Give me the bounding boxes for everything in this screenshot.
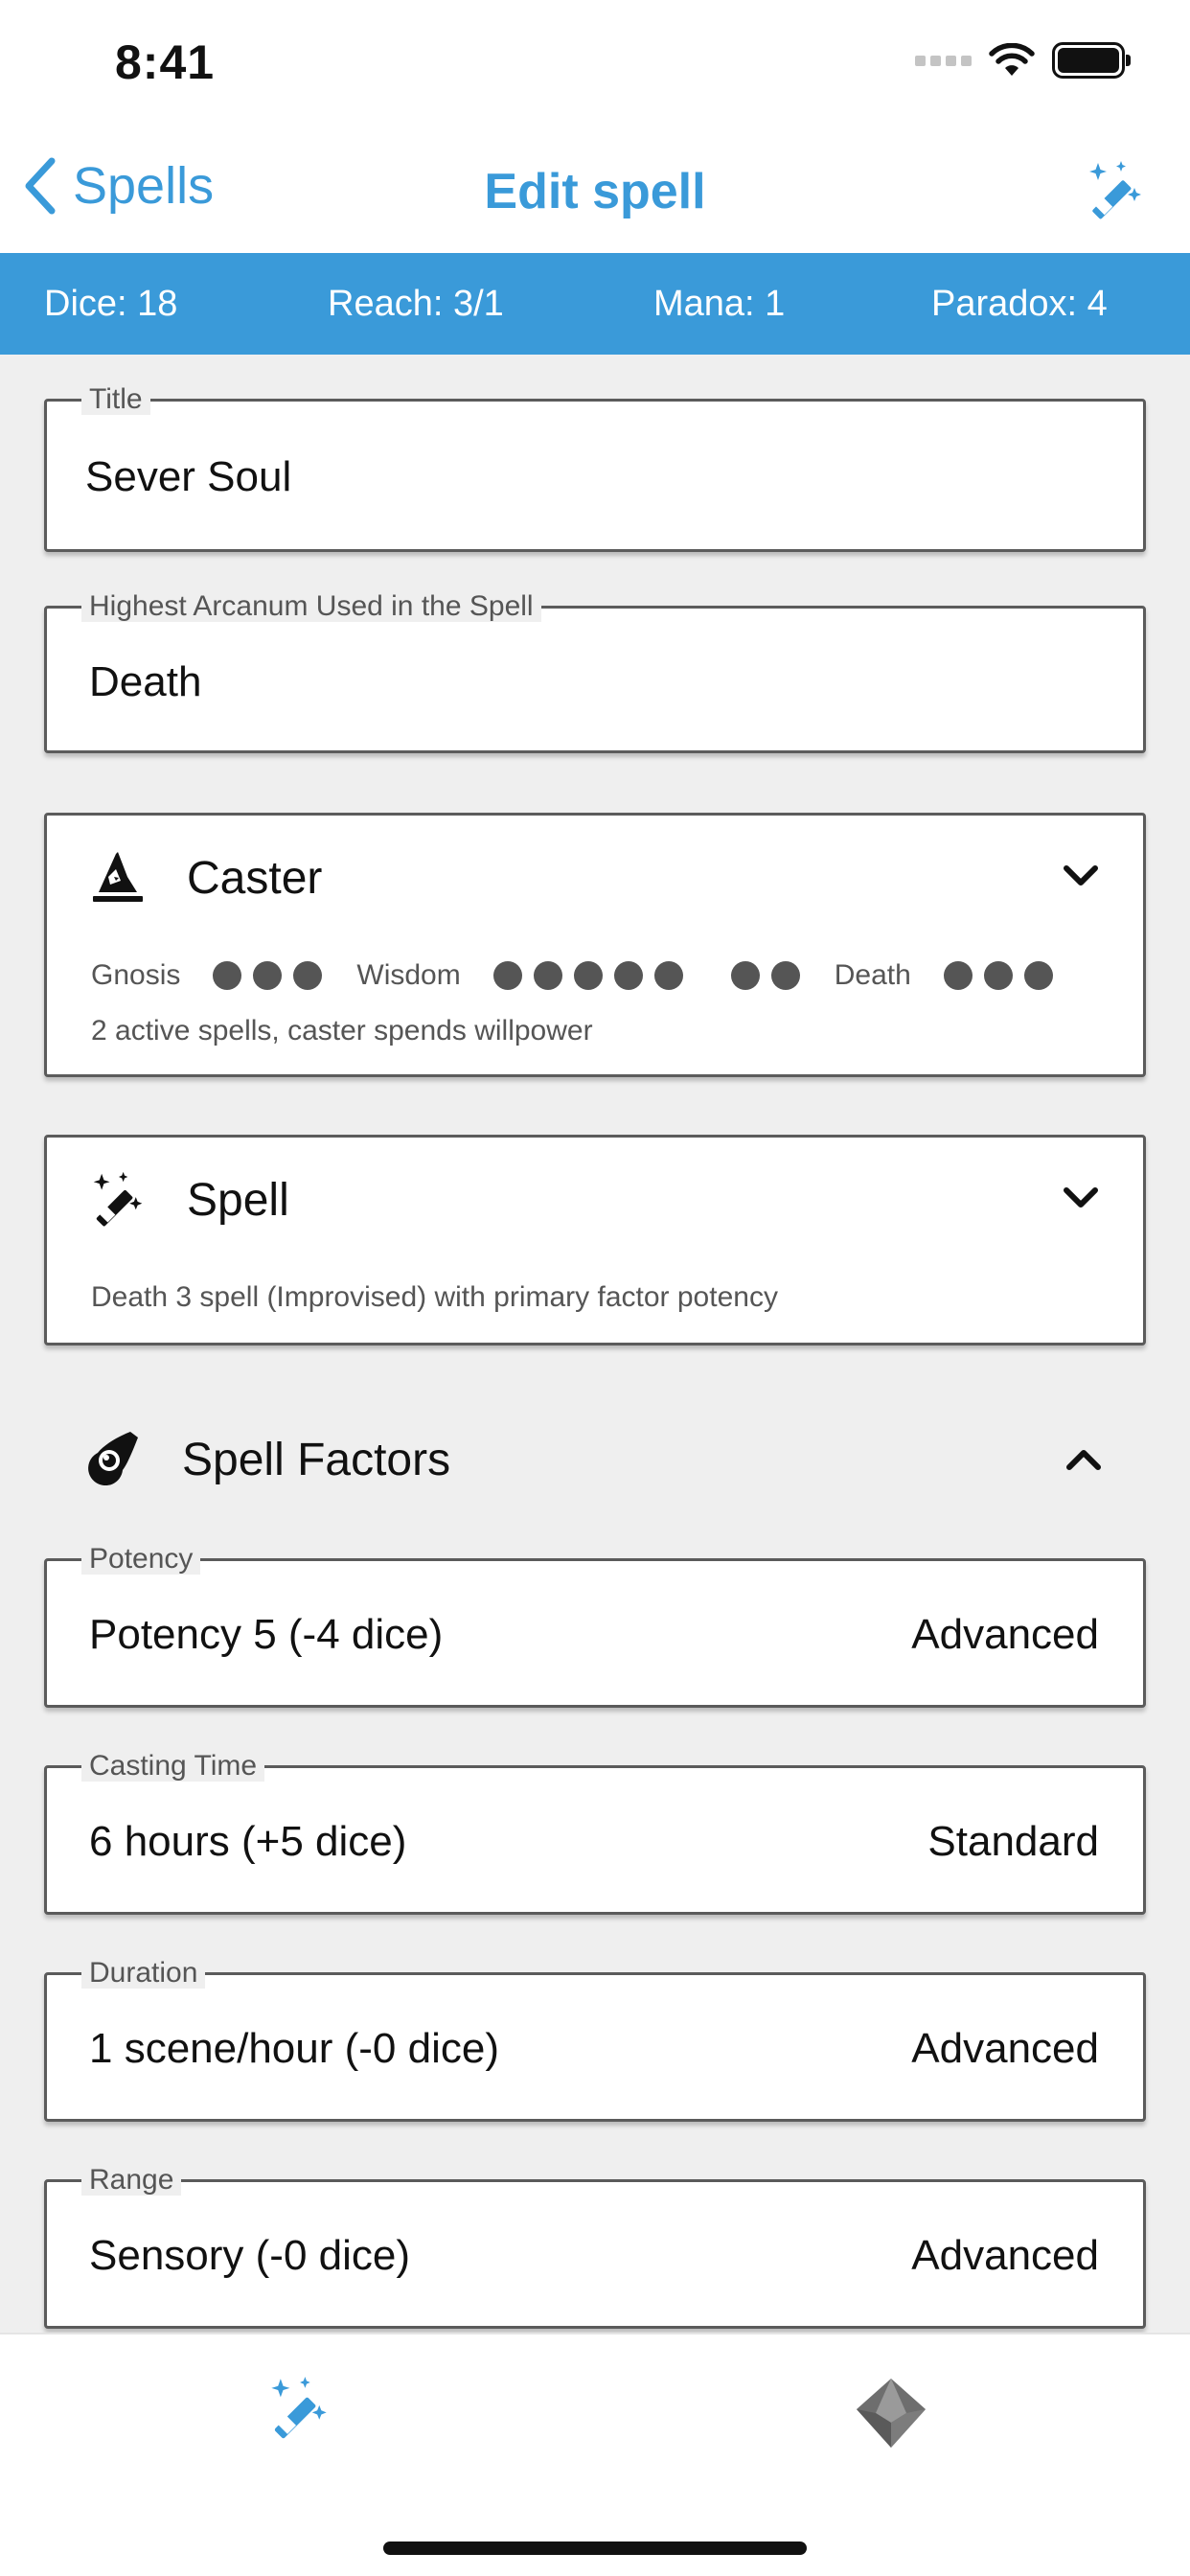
gnosis-dots — [213, 961, 323, 990]
navigation-bar: Spells Edit spell — [0, 126, 1190, 253]
range-label: Range — [81, 2165, 182, 2196]
spell-factors-title: Spell Factors — [182, 1435, 451, 1485]
duration-label: Duration — [81, 1958, 206, 1989]
status-bar: 8:41 — [0, 0, 1190, 126]
range-value[interactable]: Sensory (-0 dice) — [89, 2232, 410, 2280]
chevron-down-icon[interactable] — [1063, 1185, 1099, 1210]
dice-stat: Dice: 18 — [44, 284, 178, 324]
spell-summary: Death 3 spell (Improvised) with primary … — [91, 1281, 778, 1313]
casting-time-field[interactable]: Casting Time 6 hours (+5 dice) Standard — [44, 1751, 1146, 1915]
range-field[interactable]: Range Sensory (-0 dice) Advanced — [44, 2165, 1146, 2329]
caster-card[interactable]: Caster Gnosis Wisdom Death 2 active spel… — [44, 813, 1146, 1077]
wisdom-label: Wisdom — [356, 959, 461, 991]
caster-summary: 2 active spells, caster spends willpower — [91, 1015, 593, 1046]
status-icons — [915, 42, 1131, 79]
chevron-down-icon[interactable] — [1063, 863, 1099, 888]
wisdom-dots — [492, 961, 800, 990]
title-field-value[interactable]: Sever Soul — [85, 453, 291, 501]
home-indicator[interactable] — [383, 2542, 807, 2555]
wifi-icon — [989, 43, 1035, 76]
arcanum-field[interactable]: Highest Arcanum Used in the Spell Death — [44, 591, 1146, 753]
arcanum-field-value[interactable]: Death — [89, 658, 201, 706]
spell-factors-header[interactable]: Spell Factors — [0, 1411, 1190, 1506]
title-field-label: Title — [81, 384, 150, 415]
duration-mode-toggle[interactable]: Advanced — [911, 2025, 1099, 2073]
tab-spells[interactable] — [266, 2375, 332, 2440]
paradox-stat: Paradox: 4 — [931, 284, 1108, 324]
range-mode-toggle[interactable]: Advanced — [911, 2232, 1099, 2280]
duration-value[interactable]: 1 scene/hour (-0 dice) — [89, 2025, 499, 2073]
gnosis-label: Gnosis — [91, 959, 181, 991]
potency-label: Potency — [81, 1544, 201, 1575]
death-label: Death — [834, 959, 911, 991]
chevron-up-icon[interactable] — [1065, 1447, 1102, 1472]
reach-stat: Reach: 3/1 — [328, 284, 504, 324]
wizard-hat-icon — [93, 852, 143, 902]
casting-time-label: Casting Time — [81, 1751, 265, 1782]
page-title: Edit spell — [484, 164, 706, 219]
cellular-signal-icon — [915, 55, 972, 66]
death-dots — [943, 961, 1053, 990]
caster-card-title: Caster — [187, 853, 323, 904]
potency-mode-toggle[interactable]: Advanced — [911, 1611, 1099, 1659]
spell-card-title: Spell — [187, 1175, 289, 1226]
caster-traits: Gnosis Wisdom Death — [91, 959, 1087, 992]
casting-time-mode-toggle[interactable]: Standard — [927, 1818, 1099, 1866]
magic-wand-icon[interactable] — [1085, 159, 1146, 220]
casting-time-value[interactable]: 6 hours (+5 dice) — [89, 1818, 406, 1866]
tab-dice[interactable] — [853, 2375, 929, 2451]
mana-stat: Mana: 1 — [653, 284, 786, 324]
tab-bar — [0, 2333, 1190, 2576]
battery-icon — [1052, 42, 1131, 79]
potency-field[interactable]: Potency Potency 5 (-4 dice) Advanced — [44, 1544, 1146, 1708]
spell-stats-bar: Dice: 18 Reach: 3/1 Mana: 1 Paradox: 4 — [0, 253, 1190, 355]
status-time: 8:41 — [115, 35, 216, 89]
title-field[interactable]: Title Sever Soul — [44, 384, 1146, 552]
spell-card[interactable]: Spell Death 3 spell (Improvised) with pr… — [44, 1135, 1146, 1346]
arcanum-field-label: Highest Arcanum Used in the Spell — [81, 591, 541, 622]
potency-value[interactable]: Potency 5 (-4 dice) — [89, 1611, 443, 1659]
duration-field[interactable]: Duration 1 scene/hour (-0 dice) Advanced — [44, 1958, 1146, 2122]
magic-wand-icon — [93, 1171, 143, 1227]
comet-icon — [88, 1432, 138, 1485]
